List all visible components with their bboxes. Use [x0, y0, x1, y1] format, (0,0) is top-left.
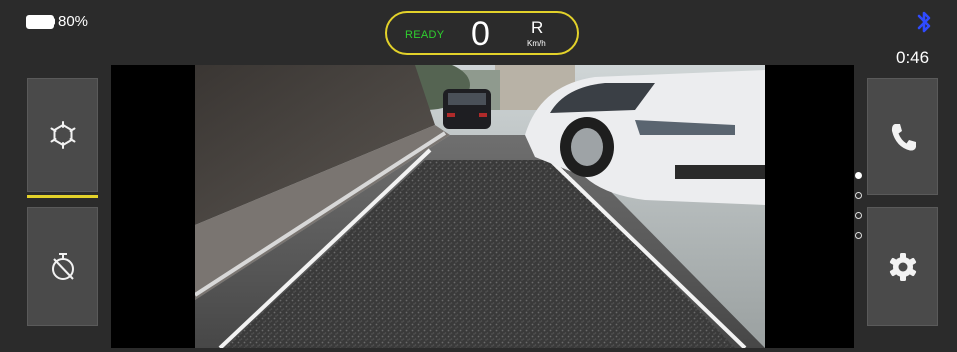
settings-button[interactable]: [867, 207, 938, 326]
page-dot-4[interactable]: [855, 232, 862, 239]
snowflake-icon: [50, 121, 75, 149]
speed-value: 0: [471, 15, 490, 53]
gear-icon: [889, 252, 916, 281]
speedometer: READY 0 R Km/h: [385, 11, 579, 55]
rear-camera-view: [195, 65, 765, 348]
phone-icon: [891, 123, 916, 151]
climate-button[interactable]: [27, 78, 98, 192]
phone-button[interactable]: [867, 78, 938, 195]
clock: 0:46: [896, 48, 930, 67]
gear-indicator: R: [531, 18, 544, 37]
timer-off-icon: [51, 252, 74, 280]
battery-indicator: 80%: [26, 13, 88, 30]
camera-frame: [111, 65, 854, 348]
speed-unit: Km/h: [527, 39, 546, 48]
timer-off-button[interactable]: [27, 207, 98, 326]
page-dot-3[interactable]: [855, 212, 862, 219]
page-dot-2[interactable]: [855, 192, 862, 199]
bluetooth-icon: [917, 11, 931, 33]
battery-percent: 80%: [58, 13, 89, 30]
battery-icon: [26, 14, 55, 29]
page-dot-1[interactable]: [855, 172, 862, 179]
ready-status: READY: [405, 29, 445, 41]
active-indicator: [27, 195, 98, 198]
